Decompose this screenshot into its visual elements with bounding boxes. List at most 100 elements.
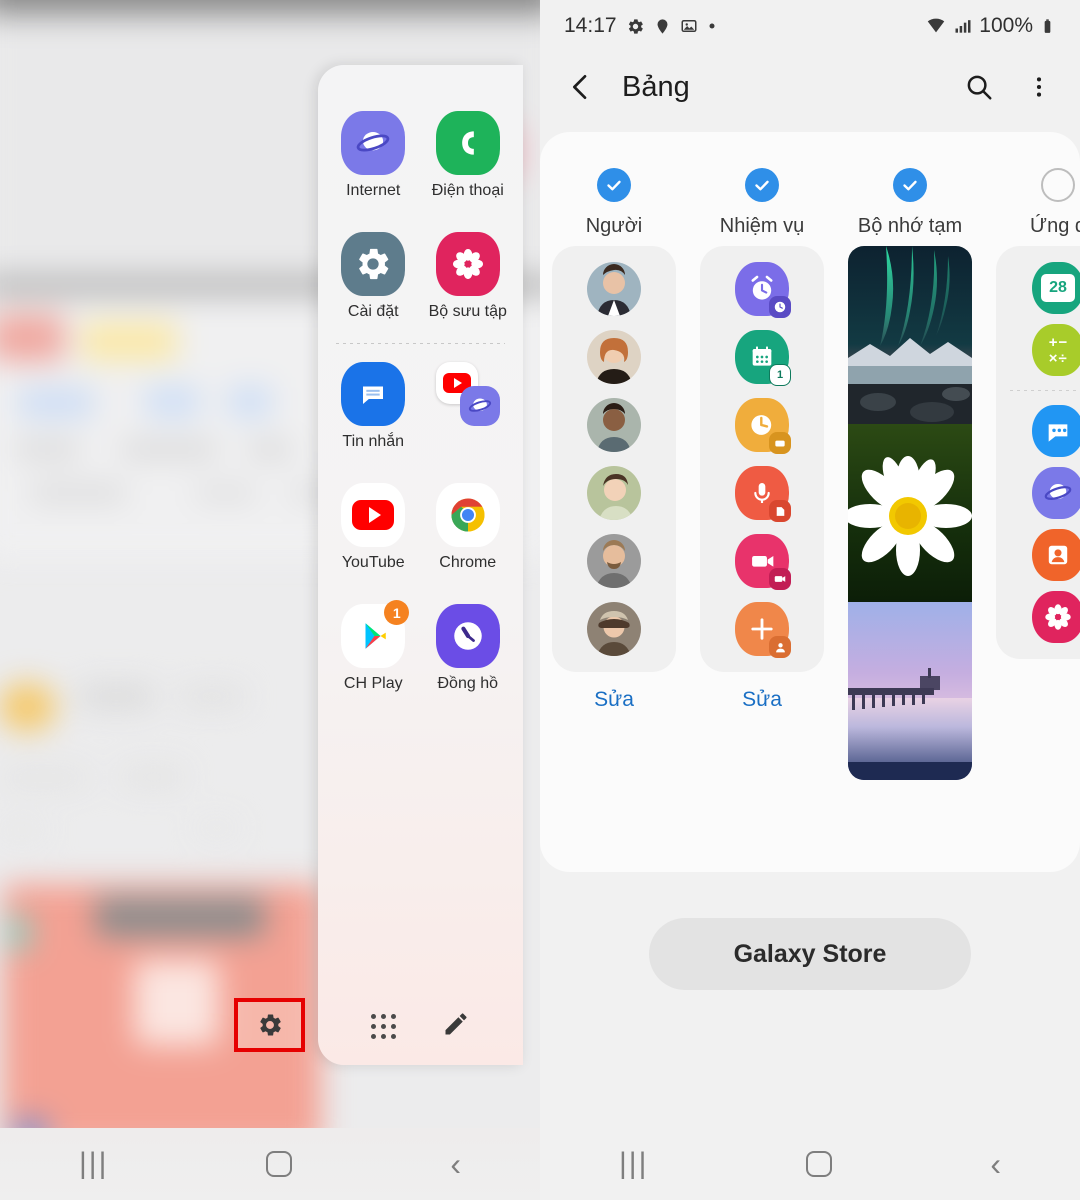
edge-app-gallery[interactable]: Bộ sưu tập (421, 220, 516, 333)
gear-icon (626, 17, 645, 36)
checkbox-checked-icon[interactable] (597, 168, 631, 202)
checkbox-checked-icon[interactable] (745, 168, 779, 202)
avatar[interactable] (587, 398, 641, 452)
video-sub-badge (769, 568, 791, 590)
edge-panel-apps-section-2: Tin nhắn YouTube Chrome 1 CH Play Đồng h… (318, 350, 523, 705)
highlighted-settings-gear-button[interactable] (234, 998, 305, 1052)
internet-app-icon[interactable] (1032, 467, 1080, 519)
calendar-app-icon[interactable]: 28 (1032, 262, 1080, 314)
apps-column: 28 + − × ÷ (984, 246, 1080, 780)
left-phone-panel: Internet Điện thoại Cài đặt Bộ sưu tập T… (0, 0, 540, 1200)
calendar-sub-badge: 1 (769, 364, 791, 386)
avatar[interactable] (587, 466, 641, 520)
internet-icon (341, 111, 406, 175)
galaxy-store-button[interactable]: Galaxy Store (649, 918, 971, 990)
calculator-app-icon[interactable]: + − × ÷ (1032, 324, 1080, 376)
galaxy-store-row: Galaxy Store (540, 918, 1080, 990)
battery-icon (1039, 18, 1056, 35)
tasks-edit-link[interactable]: Sửa (742, 688, 782, 712)
left-navigation-bar: ||| ‹ (0, 1128, 540, 1200)
edge-app-pair-youtube-internet[interactable] (421, 350, 516, 463)
clipboard-column (836, 246, 984, 780)
gallery-app-icon[interactable] (1032, 591, 1080, 643)
edge-app-label: Chrome (439, 554, 497, 571)
category-clipboard[interactable]: Bộ nhớ tạm (836, 168, 984, 238)
edge-app-label: Đồng hồ (437, 675, 499, 692)
edge-panel-apps-section-1: Internet Điện thoại Cài đặt Bộ sưu tập (318, 99, 523, 333)
category-label: Bộ nhớ tạm (857, 215, 963, 237)
home-icon[interactable] (806, 1151, 833, 1177)
avatar[interactable] (587, 602, 641, 656)
video-record-task-icon[interactable] (735, 534, 791, 590)
clipboard-image-pier[interactable] (848, 602, 972, 780)
edge-app-messages[interactable]: Tin nhắn (326, 350, 421, 463)
back-icon[interactable]: ‹ (450, 1146, 461, 1183)
edge-app-label: Điện thoại (431, 182, 504, 199)
image-icon (680, 17, 698, 35)
youtube-icon (341, 483, 406, 547)
settings-gear-icon (341, 232, 406, 296)
voice-sub-badge (769, 500, 791, 522)
search-icon[interactable] (960, 68, 998, 106)
apps-grid-icon[interactable] (371, 1014, 396, 1039)
add-task-icon[interactable] (735, 602, 791, 658)
edge-app-play-store[interactable]: 1 CH Play (326, 592, 421, 705)
edge-app-label: YouTube (341, 554, 405, 571)
recent-apps-icon[interactable]: ||| (619, 1147, 648, 1181)
status-bar: 14:17 100% (540, 0, 1080, 52)
messages-app-icon[interactable] (1032, 405, 1080, 457)
edge-app-chrome[interactable]: Chrome (421, 471, 516, 584)
edge-panel-footer (318, 1010, 523, 1065)
home-icon[interactable] (266, 1151, 293, 1177)
wifi-icon (925, 15, 947, 37)
alarm-task-icon[interactable] (735, 262, 791, 318)
apps-card: 28 + − × ÷ (996, 246, 1080, 659)
clipboard-image-aurora[interactable] (848, 246, 972, 424)
apps-divider (1010, 390, 1080, 391)
edge-app-youtube[interactable]: YouTube (326, 471, 421, 584)
edit-pencil-icon[interactable] (442, 1010, 470, 1043)
category-tasks[interactable]: Nhiệm vụ (688, 168, 836, 238)
edge-app-label: Internet (346, 182, 401, 199)
edge-panel-divider (336, 343, 505, 344)
voice-recorder-task-icon[interactable] (735, 466, 791, 522)
edge-panel[interactable]: Internet Điện thoại Cài đặt Bộ sưu tập T… (318, 65, 523, 1065)
people-column: Sửa (540, 246, 688, 780)
contacts-app-icon[interactable] (1032, 529, 1080, 581)
edge-app-label: Bộ sưu tập (428, 303, 507, 320)
edge-panel-preview-card: Người Nhiệm vụ Bộ nhớ tạm Ứng d (540, 132, 1080, 872)
avatar[interactable] (587, 330, 641, 384)
back-icon[interactable]: ‹ (990, 1146, 1001, 1183)
gallery-flower-icon (435, 232, 500, 296)
edge-app-internet[interactable]: Internet (326, 99, 421, 212)
edge-app-clock[interactable]: Đồng hồ (421, 592, 516, 705)
avatar[interactable] (587, 262, 641, 316)
checkbox-checked-icon[interactable] (893, 168, 927, 202)
people-edit-link[interactable]: Sửa (594, 688, 634, 712)
back-chevron-icon[interactable] (562, 68, 600, 106)
edge-app-label: Tin nhắn (342, 433, 405, 450)
status-time: 14:17 (564, 14, 617, 37)
category-people[interactable]: Người (540, 168, 688, 238)
clipboard-image-daisy[interactable] (848, 424, 972, 602)
chrome-icon (435, 483, 500, 547)
more-vertical-icon[interactable] (1020, 68, 1058, 106)
preview-columns-row: Sửa 1 Sửa 28 + − × ÷ (540, 246, 1080, 780)
recent-apps-icon[interactable]: ||| (79, 1147, 108, 1181)
timer-task-icon[interactable] (735, 398, 791, 454)
avatar[interactable] (587, 534, 641, 588)
alarm-sub-badge (769, 296, 791, 318)
clipboard-card (848, 246, 972, 780)
edge-app-settings[interactable]: Cài đặt (326, 220, 421, 333)
edge-app-phone[interactable]: Điện thoại (421, 99, 516, 212)
location-pin-icon (654, 18, 671, 35)
checkbox-unchecked-icon[interactable] (1041, 168, 1075, 202)
right-phone-panel: 14:17 100% Bảng Người Nhiệm vụ Bộ nhớ tạ… (540, 0, 1080, 1200)
clock-icon (435, 604, 500, 668)
category-checkbox-row: Người Nhiệm vụ Bộ nhớ tạm Ứng d (540, 132, 1080, 246)
settings-gear-icon (259, 1014, 281, 1036)
category-apps[interactable]: Ứng d (984, 168, 1080, 238)
calendar-task-icon[interactable]: 1 (735, 330, 791, 386)
tasks-column: 1 Sửa (688, 246, 836, 780)
people-card (552, 246, 676, 672)
